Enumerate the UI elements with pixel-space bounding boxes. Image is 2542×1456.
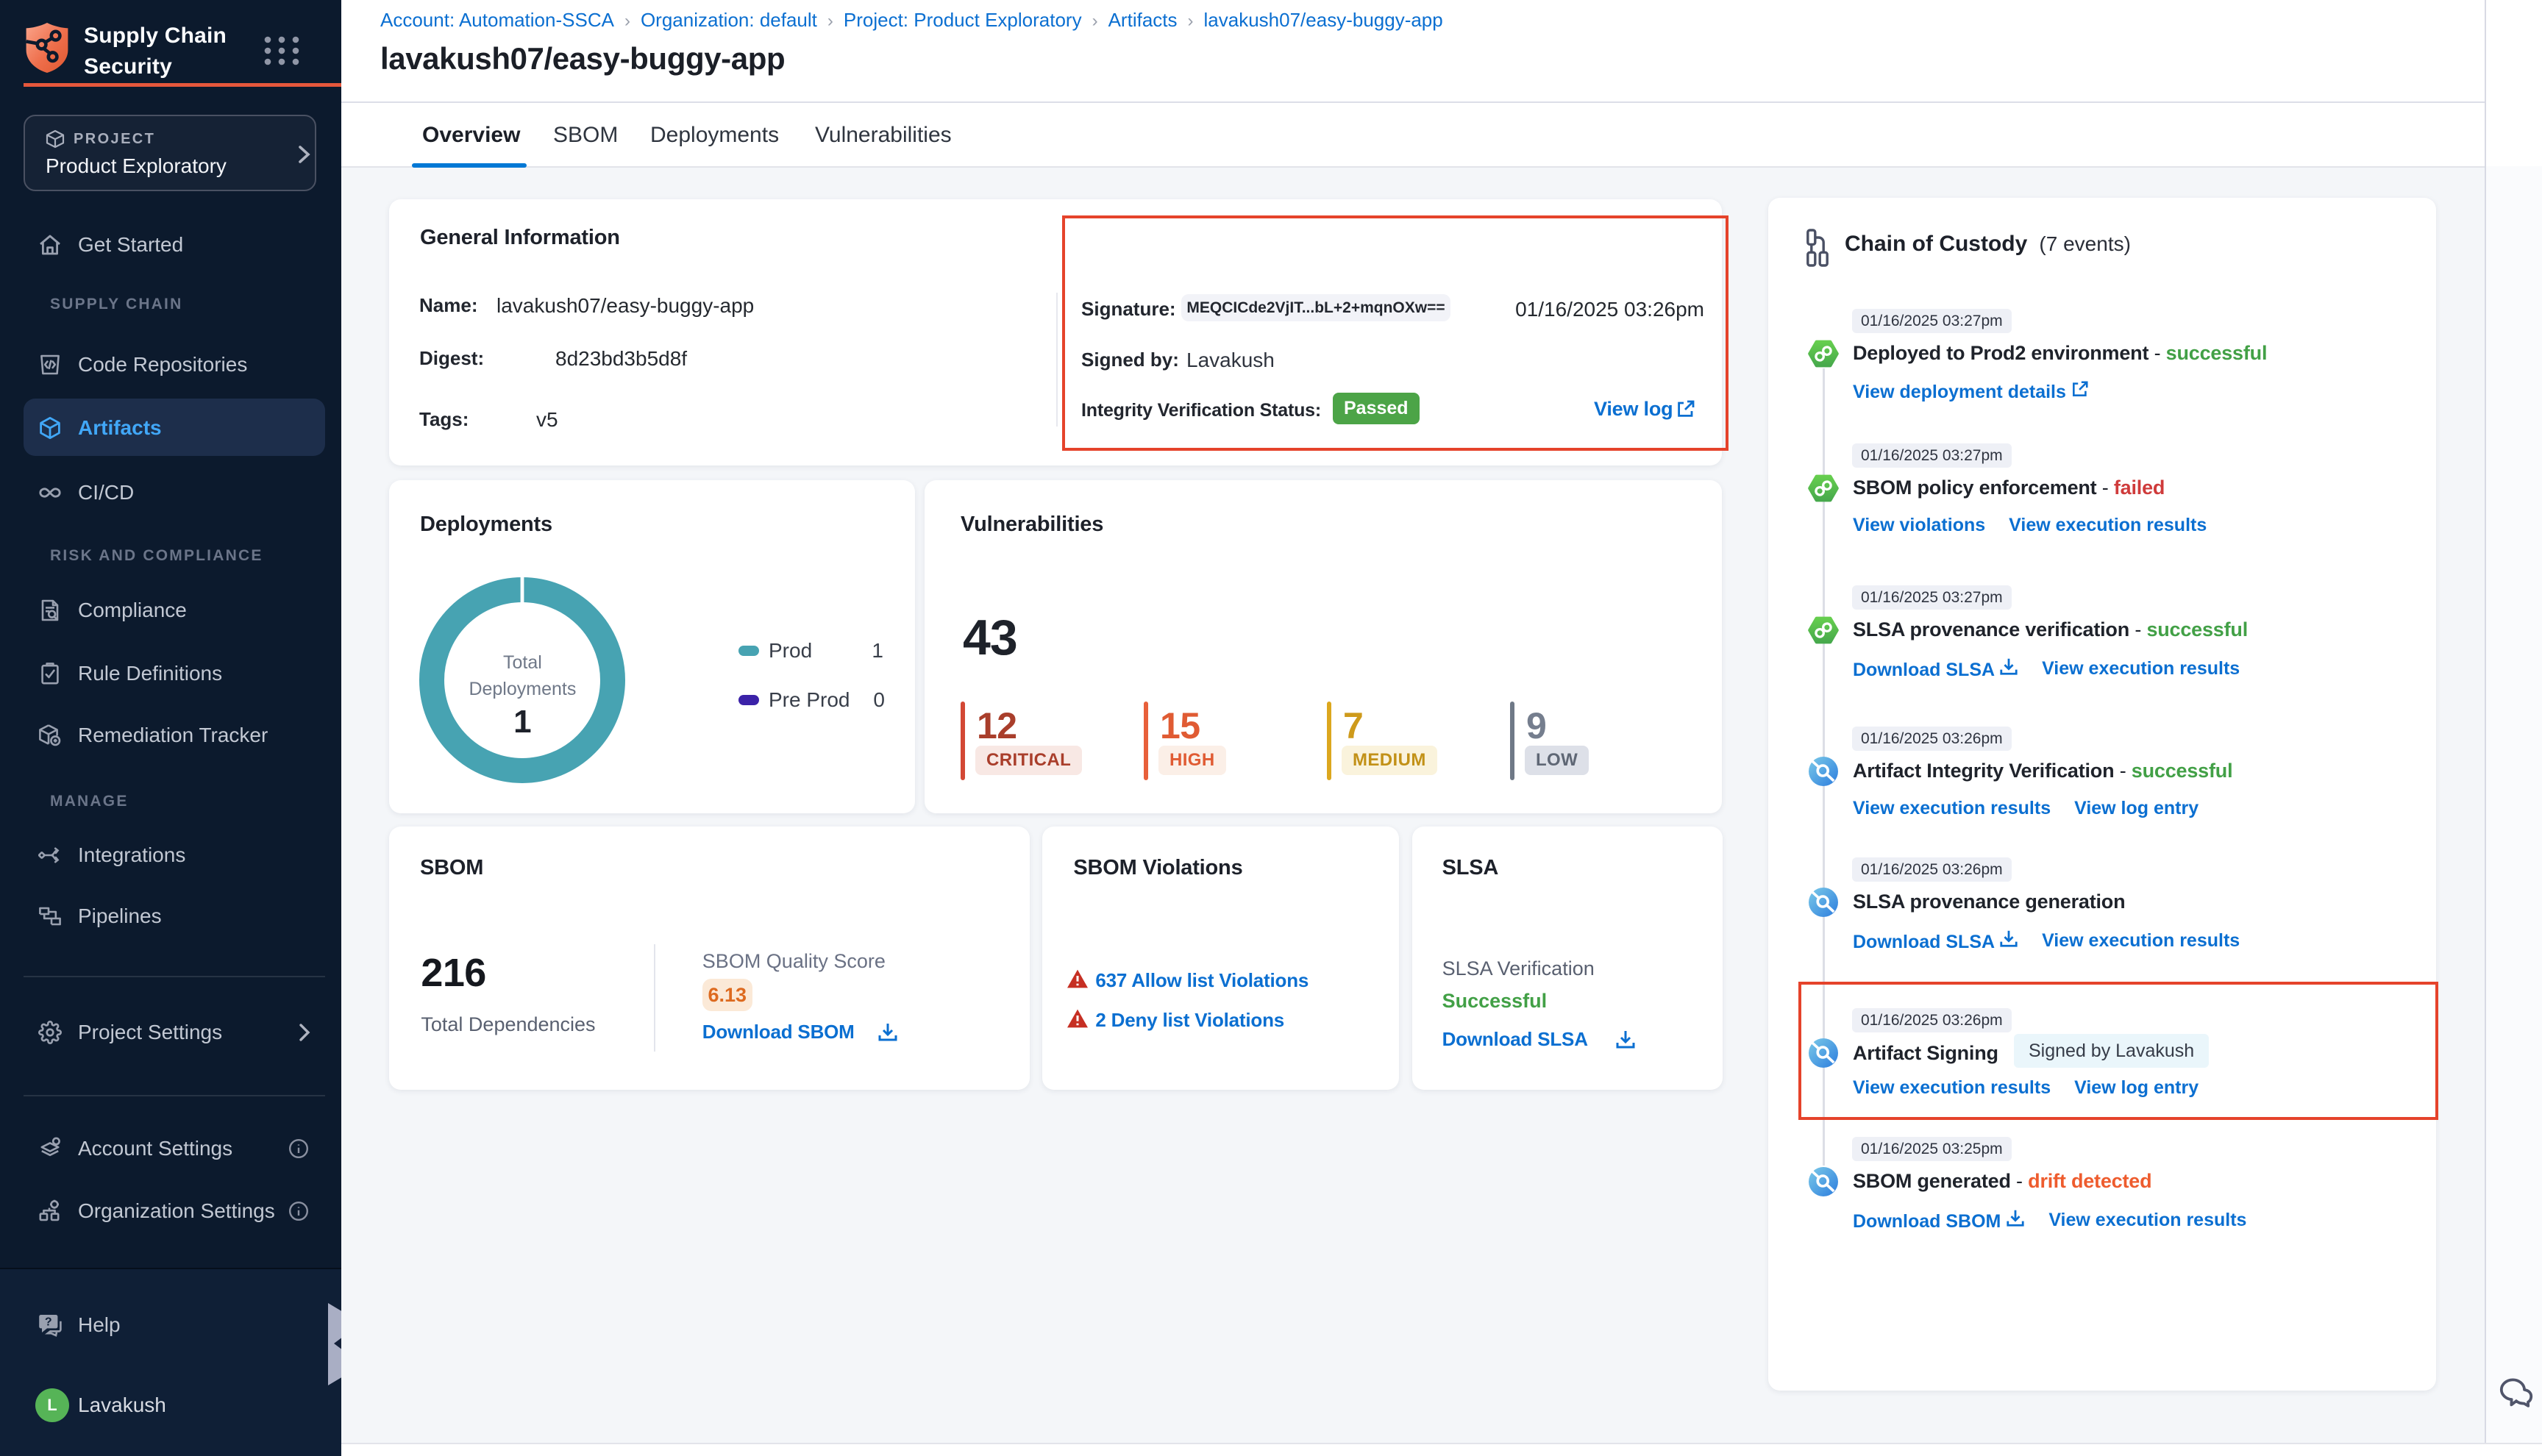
svg-text:?: ? bbox=[45, 1316, 52, 1328]
